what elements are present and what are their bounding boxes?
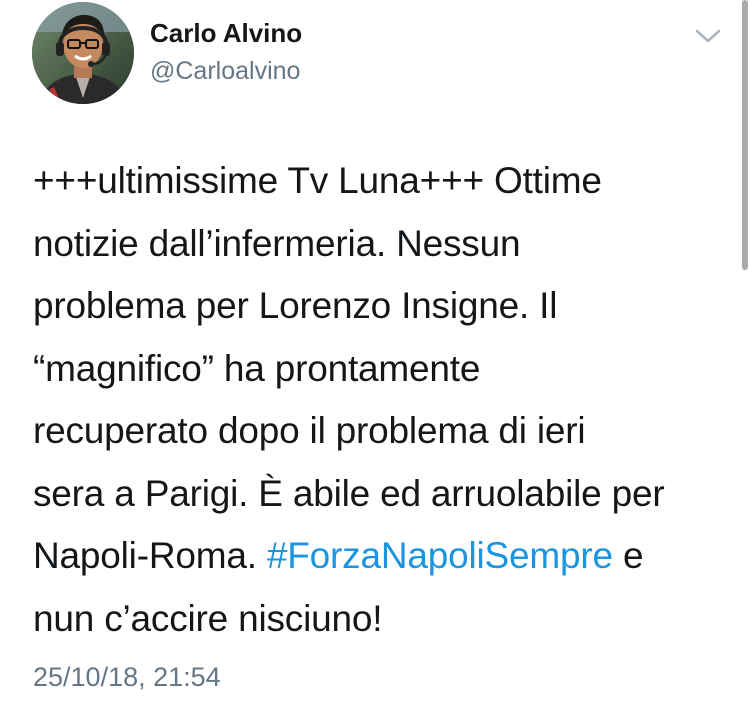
tweet-text: +++ultimissime Tv Luna+++ Ottime notizie… [33, 150, 723, 650]
scroll-indicator[interactable] [742, 0, 748, 270]
tweet-text-segment: Napoli-Roma. [33, 535, 267, 576]
tweet: Carlo Alvino @Carloalvino +++ultimissime… [0, 0, 750, 710]
avatar[interactable] [32, 2, 134, 104]
hashtag-link[interactable]: #ForzaNapoliSempre [267, 535, 613, 576]
chevron-down-icon[interactable] [694, 26, 722, 46]
display-name[interactable]: Carlo Alvino [150, 17, 302, 49]
tweet-timestamp[interactable]: 25/10/18, 21:54 [33, 660, 221, 694]
user-handle[interactable]: @Carloalvino [150, 55, 302, 87]
tweet-text-line: “magnifico” ha prontamente [33, 347, 481, 389]
tweet-text-line: notizie dall’infermeria. Nessun [33, 222, 521, 264]
tweet-text-line: problema per Lorenzo Insigne. Il [33, 285, 558, 326]
tweet-text-line: sera a Parigi. È abile ed arruolabile pe… [33, 472, 665, 514]
tweet-text-segment: e [612, 535, 644, 576]
tweet-text-line: Napoli-Roma. #ForzaNapoliSempre e [33, 525, 723, 588]
user-info: Carlo Alvino @Carloalvino [150, 17, 302, 87]
tweet-text-line: nun c’accire nisciuno! [33, 597, 383, 639]
tweet-text-line: recuperato dopo il problema di ieri [33, 410, 586, 451]
tweet-text-line: +++ultimissime Tv Luna+++ Ottime [33, 160, 602, 201]
